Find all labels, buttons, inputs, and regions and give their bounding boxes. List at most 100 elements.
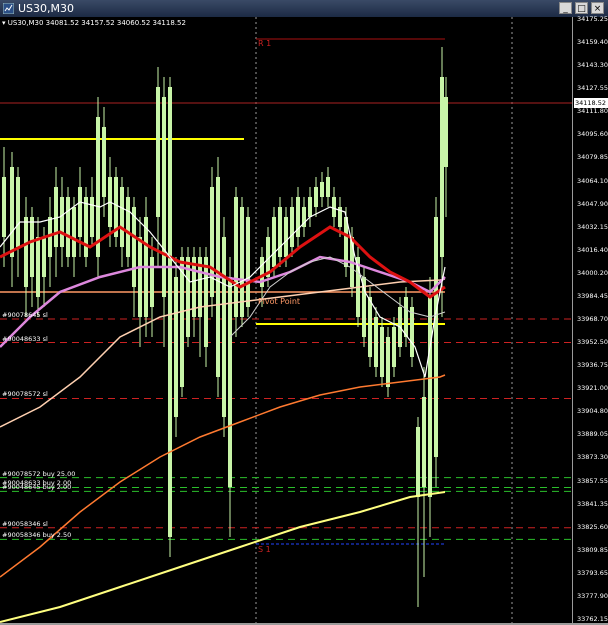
price-tick: 33857.55 [577,476,608,485]
price-tick: 33952.50 [577,338,608,347]
symbol-label: US30,M30 [7,19,44,27]
price-tick: 34095.60 [577,130,608,139]
candle-body [444,97,448,167]
candle-body [368,297,372,357]
price-tick: 34000.20 [577,268,608,277]
price-tick: 33841.35 [577,499,608,508]
window-title: US30,M30 [18,2,75,15]
order-line-label[interactable]: #90058346 buy 2.50 [2,531,71,539]
candle-body [272,217,276,267]
price-tick: 34175.25 [577,15,608,23]
chart-app-icon [3,3,14,14]
price-tick: 34016.40 [577,245,608,254]
candle-body [78,187,82,237]
price-tick: 33825.60 [577,522,608,531]
candle-body [174,277,178,417]
candle-body [240,207,244,317]
candle-body [138,237,142,317]
chart-header: ▾ US30,M30 34081.52 34157.52 34060.52 34… [2,19,186,27]
candle-body [66,197,70,257]
minimize-button[interactable]: _ [559,2,572,14]
order-line-label[interactable]: #90078572 buy 25.00 [2,470,75,478]
candle-body [246,217,250,307]
price-tick: 34159.40 [577,38,608,47]
candle-body [332,197,336,217]
candle-body [16,177,20,247]
s1-label: S 1 [258,545,271,554]
price-tick: 33889.05 [577,430,608,439]
price-tick: 33793.65 [577,568,608,577]
order-line-label[interactable]: #90048645 buy 2.00 [2,483,71,491]
candle-body [84,197,88,257]
candle-body [156,87,160,217]
candle-body [180,257,184,387]
candle-body [392,327,396,367]
candle-body [24,217,28,287]
order-line-label[interactable]: #90058346 sl [2,520,48,528]
candle-body [204,257,208,347]
candle-body [416,427,420,497]
title-bar[interactable]: US30,M30 _ □ × [0,0,608,17]
order-line-label[interactable]: #90048633 sl [2,335,48,343]
candle-body [228,277,232,487]
candle-body [314,187,318,207]
candle-body [374,317,378,367]
candle-body [10,167,14,257]
candle-body [222,237,226,417]
candle-body [434,217,438,457]
price-tick: 34064.10 [577,176,608,185]
candle-body [102,127,106,197]
candle-body [410,307,414,357]
price-tick: 33921.00 [577,384,608,393]
chart-canvas [0,17,572,623]
price-tick: 33809.85 [577,545,608,554]
candle-body [96,117,100,257]
maximize-button[interactable]: □ [575,2,588,14]
candle-body [150,257,154,307]
candle-body [278,207,282,257]
pivot-label: Pivot Point [258,297,301,306]
price-tick: 34079.85 [577,153,608,162]
candle-body [284,217,288,257]
price-tick: 34127.55 [577,84,608,93]
candle-body [320,182,324,197]
price-tick: 33762.15 [577,615,608,623]
candle-body [210,187,214,297]
r1-label: R 1 [258,39,272,48]
close-button[interactable]: × [591,2,604,14]
mt4-chart-window: US30,M30 _ □ × ▾ US30,M30 34081.52 34157… [0,0,608,625]
price-tick: 34047.90 [577,199,608,208]
candle-body [90,197,94,237]
candle-body [380,327,384,377]
candle-body [42,237,46,277]
price-tick: 34032.15 [577,222,608,231]
candle-body [386,337,390,387]
candle-body [132,207,136,287]
price-tick: 33904.80 [577,407,608,416]
candle-body [428,297,432,497]
candle-body [120,187,124,247]
candle-body [72,207,76,257]
price-chart[interactable]: ▾ US30,M30 34081.52 34157.52 34060.52 34… [0,17,572,623]
price-tick: 33968.70 [577,315,608,323]
candle-body [234,197,238,317]
candle-body [54,187,58,247]
price-tick: 34111.80 [577,107,608,116]
price-tick: 33936.75 [577,361,608,370]
order-line-label[interactable]: #90078572 sl [2,390,48,398]
candle-body [30,217,34,277]
candle-body [404,297,408,337]
candle-body [290,207,294,247]
current-price-marker: 34118.52 [574,98,608,108]
price-axis[interactable]: 34175.25 34159.40 34143.30 34127.55 34111.80… [572,15,608,625]
candle-body [422,397,426,487]
candle-body [36,237,40,297]
order-line-label[interactable]: #90078645 sl [2,311,48,319]
candle-body [126,197,130,257]
price-tick: 33984.45 [577,291,608,300]
ohlc-values: 34081.52 34157.52 34060.52 34118.52 [45,19,186,27]
price-tick: 33873.30 [577,453,608,462]
candle-body [440,77,444,257]
moving-average-yellow [0,491,446,623]
symbol-dropdown-icon[interactable]: ▾ [2,19,6,27]
